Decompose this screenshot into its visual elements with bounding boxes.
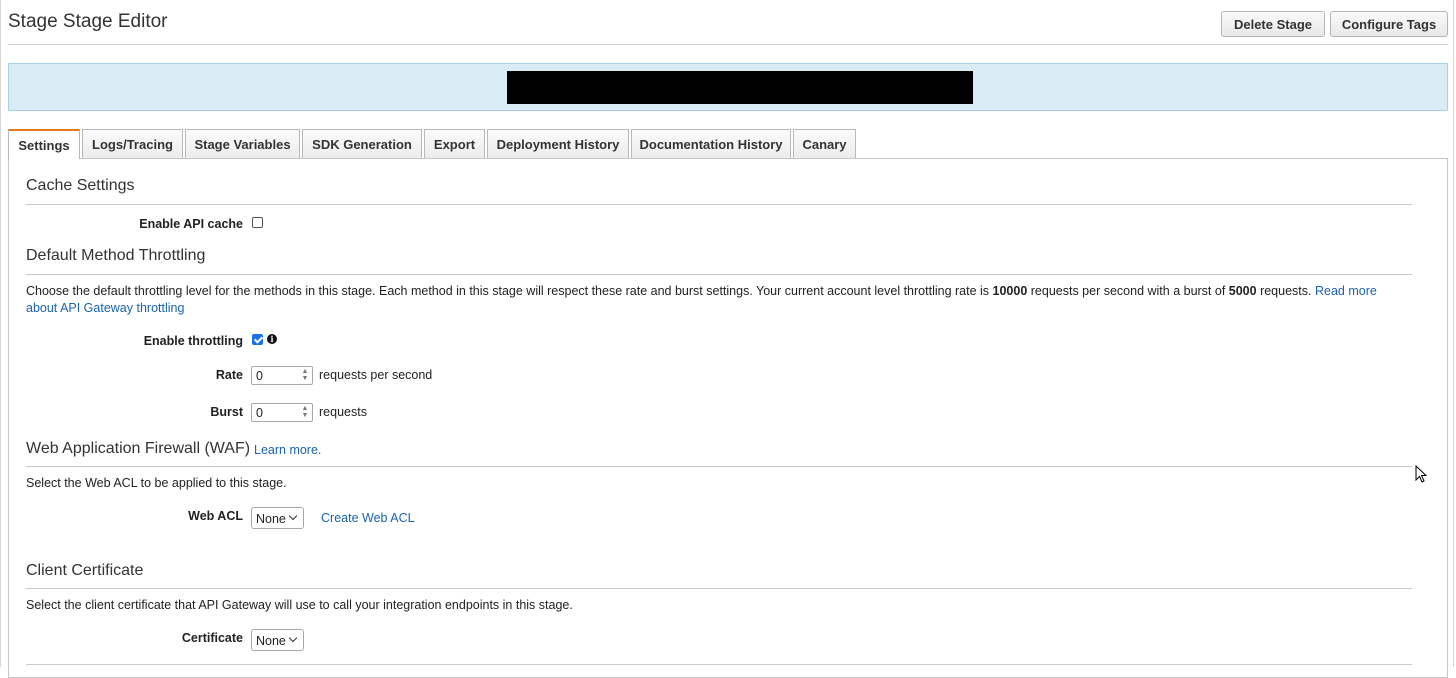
redacted-invoke-url bbox=[507, 71, 973, 104]
tab-settings[interactable]: Settings bbox=[8, 129, 80, 159]
window-border-right bbox=[1453, 0, 1454, 667]
certificate-value: None bbox=[256, 634, 286, 648]
cache-divider bbox=[26, 204, 1412, 205]
rate-stepper-icon[interactable]: ▲ ▼ bbox=[300, 368, 310, 383]
create-web-acl-link[interactable]: Create Web ACL bbox=[321, 511, 415, 525]
tab-export[interactable]: Export bbox=[424, 129, 485, 158]
throttling-divider bbox=[26, 274, 1412, 275]
throttling-description: Choose the default throttling level for … bbox=[26, 284, 1377, 315]
cache-settings-heading: Cache Settings bbox=[26, 177, 135, 194]
mouse-pointer-icon bbox=[1415, 465, 1427, 483]
waf-divider bbox=[26, 466, 1412, 467]
window-border-left bbox=[0, 0, 1, 667]
account-burst-limit: 5000 bbox=[1228, 284, 1257, 298]
tab-canary[interactable]: Canary bbox=[793, 129, 856, 158]
burst-stepper-icon[interactable]: ▲ ▼ bbox=[300, 405, 310, 420]
chevron-down-icon bbox=[288, 633, 298, 643]
enable-throttling-label: Enable throttling bbox=[143, 334, 243, 348]
burst-unit: requests bbox=[319, 405, 367, 419]
burst-value: 0 bbox=[256, 406, 263, 420]
web-acl-select[interactable]: None bbox=[251, 507, 304, 529]
bottom-divider bbox=[26, 664, 1412, 665]
rate-label: Rate bbox=[215, 368, 243, 382]
account-rate-limit: 10000 bbox=[992, 284, 1028, 298]
waf-description: Select the Web ACL to be applied to this… bbox=[26, 476, 287, 490]
certificate-divider bbox=[26, 588, 1412, 589]
configure-tags-button[interactable]: Configure Tags bbox=[1330, 11, 1448, 37]
burst-label: Burst bbox=[210, 405, 243, 419]
client-certificate-heading: Client Certificate bbox=[26, 562, 144, 579]
enable-throttling-checkbox[interactable] bbox=[252, 334, 263, 345]
rate-unit: requests per second bbox=[319, 368, 433, 382]
delete-stage-button[interactable]: Delete Stage bbox=[1221, 11, 1325, 37]
certificate-label: Certificate bbox=[181, 631, 243, 645]
waf-learn-more-link[interactable]: Learn more. bbox=[254, 443, 321, 457]
tab-stage-variables[interactable]: Stage Variables bbox=[185, 129, 300, 158]
tab-sdk-generation[interactable]: SDK Generation bbox=[302, 129, 422, 158]
info-icon[interactable]: i bbox=[267, 334, 277, 344]
certificate-select[interactable]: None bbox=[251, 629, 304, 651]
web-acl-value: None bbox=[256, 512, 286, 526]
rate-value: 0 bbox=[256, 369, 263, 383]
rate-input[interactable]: 0 ▲ ▼ bbox=[251, 366, 313, 385]
burst-input[interactable]: 0 ▲ ▼ bbox=[251, 403, 313, 422]
certificate-description: Select the client certificate that API G… bbox=[26, 598, 573, 612]
enable-api-cache-checkbox[interactable] bbox=[252, 217, 263, 228]
web-acl-label: Web ACL bbox=[188, 509, 243, 523]
stage-url-banner bbox=[8, 63, 1448, 111]
tab-documentation-history[interactable]: Documentation History bbox=[631, 129, 791, 158]
tab-deployment-history[interactable]: Deployment History bbox=[487, 129, 629, 158]
chevron-down-icon bbox=[288, 511, 298, 521]
throttling-heading: Default Method Throttling bbox=[26, 247, 206, 264]
enable-api-cache-label: Enable API cache bbox=[139, 217, 243, 231]
waf-heading: Web Application Firewall (WAF) bbox=[26, 440, 251, 457]
page-title: Stage Stage Editor bbox=[8, 11, 168, 32]
tab-logs-tracing[interactable]: Logs/Tracing bbox=[82, 129, 183, 158]
title-divider bbox=[8, 44, 1448, 45]
